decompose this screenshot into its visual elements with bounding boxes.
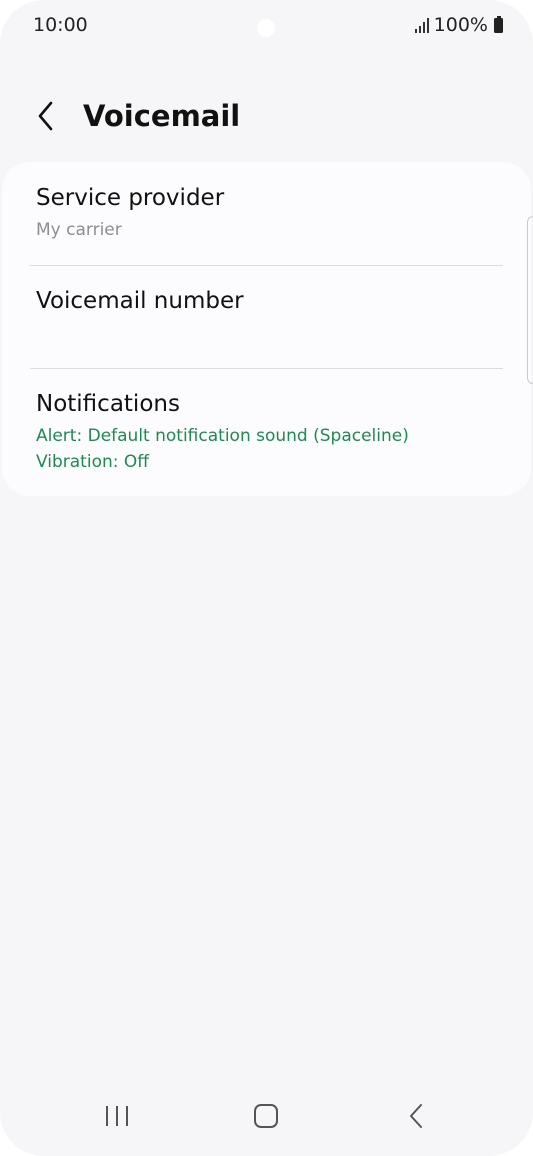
notifications-item[interactable]: Notifications Alert: Default notificatio… <box>2 369 531 496</box>
phone-screen: 10:00 100% Voicemail Service provider My… <box>0 0 533 1156</box>
voicemail-number-title: Voicemail number <box>36 288 244 314</box>
page-title: Voicemail <box>83 99 241 133</box>
service-provider-value: My carrier <box>36 220 122 240</box>
nav-back-button[interactable] <box>386 1096 446 1136</box>
service-provider-item[interactable]: Service provider My carrier <box>2 162 531 265</box>
chevron-left-icon <box>38 101 53 131</box>
settings-card: Service provider My carrier Voicemail nu… <box>2 162 531 496</box>
notifications-alert: Alert: Default notification sound (Space… <box>36 426 409 446</box>
notifications-vibration: Vibration: Off <box>36 452 149 472</box>
signal-icon <box>414 17 429 33</box>
home-icon <box>254 1104 278 1128</box>
recent-apps-icon <box>106 1106 128 1126</box>
status-time: 10:00 <box>33 14 88 36</box>
status-bar: 10:00 100% <box>0 0 533 56</box>
battery-percentage: 100% <box>433 14 488 36</box>
notifications-title: Notifications <box>36 391 180 417</box>
navigation-bar <box>0 1076 533 1156</box>
nav-back-icon <box>410 1104 422 1128</box>
front-camera <box>257 19 275 37</box>
back-button[interactable] <box>28 96 64 136</box>
battery-icon <box>494 15 503 33</box>
service-provider-title: Service provider <box>36 185 225 211</box>
status-indicators: 100% <box>414 14 503 36</box>
voicemail-number-item[interactable]: Voicemail number <box>2 266 531 368</box>
app-header: Voicemail <box>0 88 533 144</box>
scroll-indicator[interactable] <box>527 216 533 384</box>
home-button[interactable] <box>236 1096 296 1136</box>
recent-apps-button[interactable] <box>87 1096 147 1136</box>
